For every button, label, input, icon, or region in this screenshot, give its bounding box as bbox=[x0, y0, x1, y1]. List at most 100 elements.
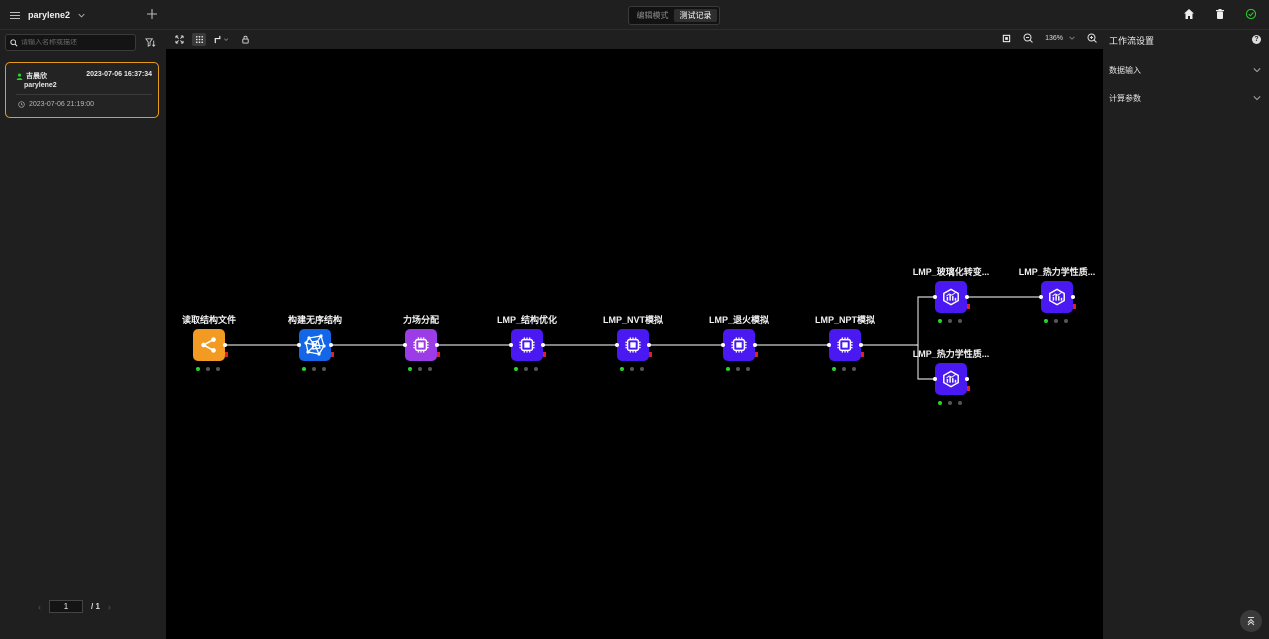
zoom-select[interactable]: 136% bbox=[1045, 35, 1075, 42]
input-port[interactable] bbox=[1039, 295, 1043, 299]
chart-icon bbox=[1048, 288, 1066, 306]
chevron-down-icon bbox=[1253, 68, 1261, 73]
record-user: 吉晨欣 bbox=[16, 71, 47, 81]
node-status-dots bbox=[726, 367, 750, 371]
section-data-input[interactable]: 数据输入 bbox=[1109, 63, 1261, 77]
node-label: LMP_热力学性质... bbox=[912, 349, 990, 359]
node-label: LMP_热力学性质... bbox=[1018, 267, 1096, 277]
status-dot bbox=[1054, 319, 1058, 323]
chevron-down-icon[interactable] bbox=[78, 12, 85, 19]
node-status-dots bbox=[1044, 319, 1068, 323]
search-input[interactable] bbox=[21, 39, 131, 46]
edge-style-icon[interactable] bbox=[212, 33, 232, 46]
project-selector[interactable]: parylene2 bbox=[10, 0, 85, 30]
status-dot-ok bbox=[1044, 319, 1048, 323]
node-label: 力场分配 bbox=[402, 315, 440, 325]
sort-filter-icon[interactable] bbox=[145, 37, 156, 48]
workflow-node[interactable] bbox=[933, 281, 970, 313]
edge bbox=[916, 296, 935, 346]
record-created: 2023-07-06 21:19:00 bbox=[18, 101, 94, 108]
output-port[interactable] bbox=[965, 377, 969, 381]
panel-title: 工作流设置 bbox=[1109, 36, 1155, 46]
test-record-card[interactable]: 吉晨欣 2023-07-06 16:37:34 parylene2 2023-0… bbox=[5, 62, 159, 118]
workflow-node[interactable] bbox=[403, 329, 440, 361]
fit-view-icon[interactable] bbox=[172, 33, 186, 46]
record-user-name: 吉晨欣 bbox=[26, 73, 47, 80]
output-port[interactable] bbox=[435, 343, 439, 347]
output-port[interactable] bbox=[223, 343, 227, 347]
input-port[interactable] bbox=[827, 343, 831, 347]
check-circle-icon[interactable] bbox=[1245, 8, 1257, 20]
search-box bbox=[5, 34, 136, 51]
grid-icon[interactable] bbox=[192, 33, 206, 46]
workflow-node[interactable] bbox=[933, 363, 970, 395]
node-status-dots bbox=[832, 367, 856, 371]
chip-icon bbox=[730, 336, 748, 354]
output-port[interactable] bbox=[647, 343, 651, 347]
status-dot bbox=[418, 367, 422, 371]
workflow-canvas[interactable]: 读取结构文件 构建无序结构 力场分配 LMP_结构优化 LMP_NVT模拟 LMP_退火模… bbox=[166, 49, 1103, 639]
status-error-marker bbox=[543, 352, 546, 357]
section-label: 计算参数 bbox=[1109, 93, 1141, 103]
lock-icon[interactable] bbox=[238, 33, 252, 46]
input-port[interactable] bbox=[721, 343, 725, 347]
node-status-dots bbox=[302, 367, 326, 371]
user-icon bbox=[16, 73, 23, 80]
chip-icon bbox=[836, 336, 854, 354]
status-dot bbox=[958, 319, 962, 323]
workflow-settings-panel: 工作流设置 ? 数据输入 计算参数 bbox=[1103, 30, 1269, 639]
fullscreen-icon[interactable] bbox=[1002, 34, 1011, 43]
input-port[interactable] bbox=[403, 343, 407, 347]
prev-page-icon[interactable]: ‹ bbox=[38, 602, 41, 612]
share-icon bbox=[200, 336, 218, 354]
workflow-node[interactable] bbox=[509, 329, 546, 361]
zoom-out-icon[interactable] bbox=[1023, 33, 1033, 43]
workflow-node[interactable] bbox=[721, 329, 758, 361]
top-bar: parylene2 编辑模式 测试记录 bbox=[0, 0, 1269, 30]
chart-icon bbox=[942, 288, 960, 306]
workflow-node[interactable] bbox=[193, 329, 228, 361]
status-dot bbox=[534, 367, 538, 371]
status-dot-ok bbox=[196, 367, 200, 371]
node-label: LMP_NPT模拟 bbox=[814, 315, 876, 325]
status-dot bbox=[852, 367, 856, 371]
arrow-up-to-top-icon bbox=[1247, 617, 1255, 626]
workflow-node[interactable] bbox=[1039, 281, 1076, 313]
workflow-node[interactable] bbox=[297, 329, 334, 361]
workflow-node[interactable] bbox=[615, 329, 652, 361]
input-port[interactable] bbox=[933, 377, 937, 381]
trash-icon[interactable] bbox=[1214, 8, 1226, 20]
output-port[interactable] bbox=[329, 343, 333, 347]
scroll-top-button[interactable] bbox=[1240, 610, 1262, 632]
status-error-marker bbox=[755, 352, 758, 357]
status-dot bbox=[958, 401, 962, 405]
status-dot-ok bbox=[514, 367, 518, 371]
menu-icon[interactable] bbox=[10, 11, 20, 19]
chip-icon bbox=[518, 336, 536, 354]
status-dot bbox=[640, 367, 644, 371]
node-label: LMP_结构优化 bbox=[496, 315, 558, 325]
input-port[interactable] bbox=[509, 343, 513, 347]
next-page-icon[interactable]: › bbox=[108, 602, 111, 612]
test-record-button[interactable]: 测试记录 bbox=[674, 9, 717, 22]
edit-mode-button[interactable]: 编辑模式 bbox=[631, 9, 674, 22]
workflow-node[interactable] bbox=[827, 329, 864, 361]
status-dot-ok bbox=[408, 367, 412, 371]
section-calc-params[interactable]: 计算参数 bbox=[1109, 91, 1261, 105]
status-error-marker bbox=[649, 352, 652, 357]
input-port[interactable] bbox=[615, 343, 619, 347]
input-port[interactable] bbox=[933, 295, 937, 299]
output-port[interactable] bbox=[859, 343, 863, 347]
help-icon[interactable]: ? bbox=[1252, 35, 1261, 44]
page-input[interactable] bbox=[49, 600, 83, 613]
add-icon[interactable] bbox=[146, 8, 158, 20]
zoom-in-icon[interactable] bbox=[1087, 33, 1097, 43]
home-icon[interactable] bbox=[1183, 8, 1195, 20]
output-port[interactable] bbox=[965, 295, 969, 299]
output-port[interactable] bbox=[1071, 295, 1075, 299]
status-dot bbox=[428, 367, 432, 371]
input-port[interactable] bbox=[297, 343, 301, 347]
output-port[interactable] bbox=[541, 343, 545, 347]
output-port[interactable] bbox=[753, 343, 757, 347]
status-dot bbox=[736, 367, 740, 371]
